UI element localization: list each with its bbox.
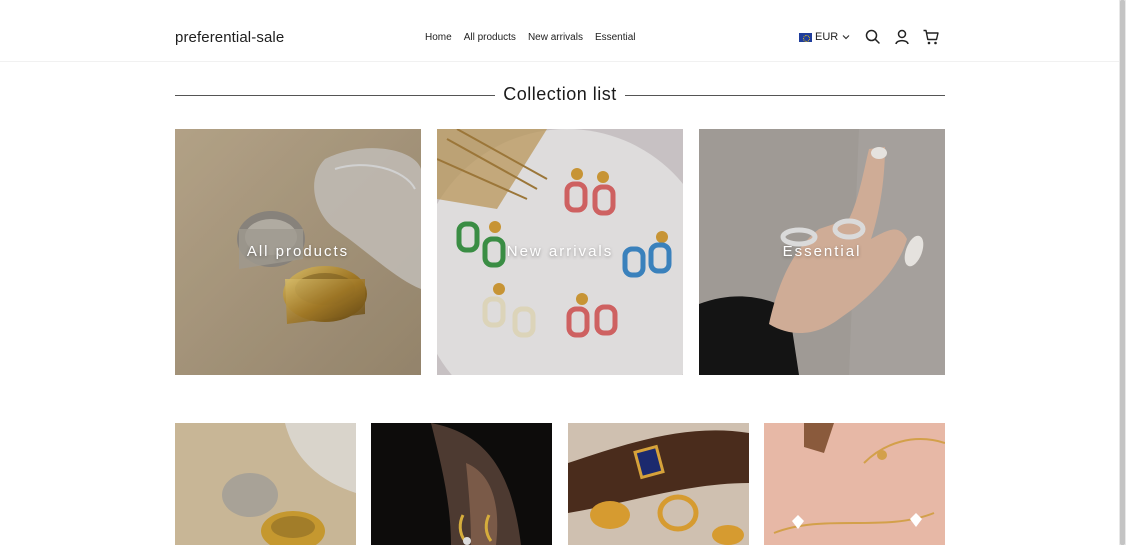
page-scrollbar[interactable] bbox=[1119, 0, 1126, 545]
tile-label: All products bbox=[246, 243, 350, 260]
tile-label: New arrivals bbox=[506, 243, 614, 260]
account-icon[interactable] bbox=[893, 28, 911, 46]
product-thumbnail-1[interactable] bbox=[175, 423, 356, 545]
cart-icon[interactable] bbox=[922, 28, 940, 46]
eu-flag-icon bbox=[799, 32, 812, 42]
collection-tile-all-products[interactable]: All products bbox=[175, 129, 421, 375]
collection-list-heading: Collection list bbox=[175, 84, 945, 108]
product-image bbox=[371, 423, 552, 545]
nav-item-essential[interactable]: Essential bbox=[595, 32, 636, 43]
collection-tile-new-arrivals[interactable]: New arrivals bbox=[437, 129, 683, 375]
collection-tile-essential[interactable]: Essential bbox=[699, 129, 945, 375]
search-icon[interactable] bbox=[864, 28, 882, 46]
nav-item-new-arrivals[interactable]: New arrivals bbox=[528, 32, 583, 43]
product-image bbox=[568, 423, 749, 545]
product-thumbnail-3[interactable] bbox=[568, 423, 749, 545]
tile-label: Essential bbox=[782, 243, 862, 260]
divider-right bbox=[625, 95, 945, 96]
product-image bbox=[175, 423, 356, 545]
currency-label: EUR bbox=[815, 31, 839, 43]
scrollbar-thumb[interactable] bbox=[1120, 0, 1125, 545]
nav-item-home[interactable]: Home bbox=[425, 32, 452, 43]
main-nav: Home All products New arrivals Essential bbox=[425, 32, 636, 43]
product-image bbox=[764, 423, 945, 545]
nav-item-all-products[interactable]: All products bbox=[464, 32, 516, 43]
product-thumbnail-2[interactable] bbox=[371, 423, 552, 545]
chevron-down-icon bbox=[842, 35, 850, 40]
site-logo[interactable]: preferential-sale bbox=[175, 29, 284, 46]
currency-selector[interactable]: EUR bbox=[799, 31, 851, 43]
product-thumbnail-4[interactable] bbox=[764, 423, 945, 545]
site-header: preferential-sale Home All products New … bbox=[0, 0, 1119, 62]
